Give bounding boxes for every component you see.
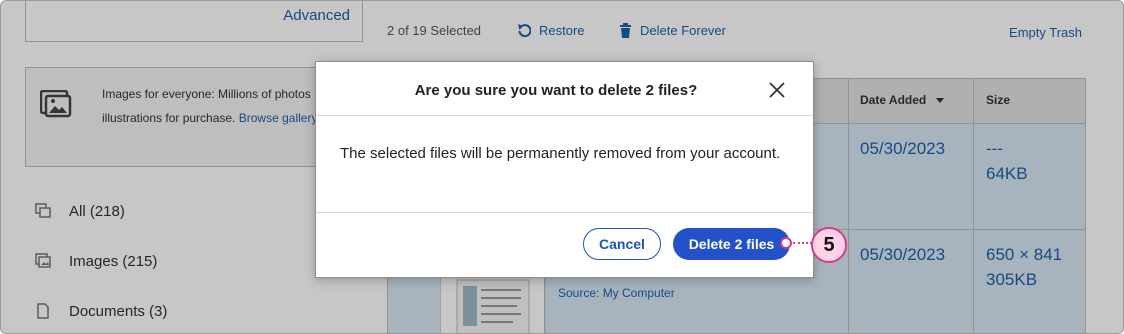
callout-pointer [780, 237, 792, 249]
step-number-badge: 5 [811, 227, 847, 263]
dialog-message: The selected files will be permanently r… [340, 145, 781, 162]
dialog-title: Are you sure you want to delete 2 files? [414, 82, 698, 99]
app-frame: Advanced Images for everyone: Millions o… [0, 0, 1124, 334]
delete-confirmation-dialog: Are you sure you want to delete 2 files?… [315, 61, 814, 278]
cancel-button[interactable]: Cancel [583, 228, 661, 260]
delete-files-button[interactable]: Delete 2 files [673, 228, 790, 260]
callout-connector [793, 242, 812, 244]
dialog-divider [316, 115, 813, 116]
dialog-divider [316, 212, 813, 213]
trash-page: Advanced Images for everyone: Millions o… [1, 1, 1123, 333]
close-icon[interactable] [767, 80, 787, 100]
